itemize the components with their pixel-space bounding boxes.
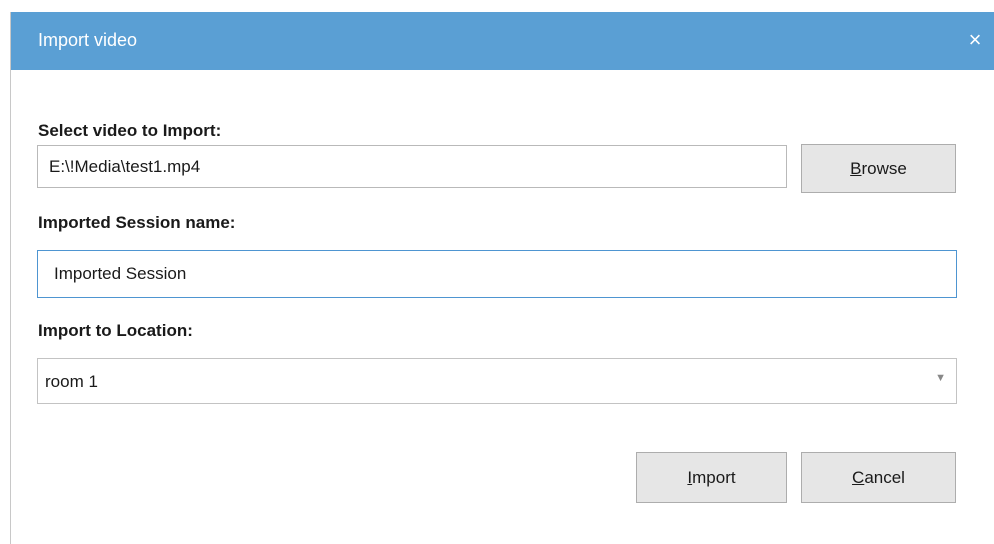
cancel-mnemonic: C [852, 467, 865, 487]
cancel-button[interactable]: Cancel [801, 452, 956, 503]
import-button[interactable]: Import [636, 452, 787, 503]
title-bar: Import video × [11, 12, 994, 70]
location-selected-value: room 1 [45, 372, 98, 391]
cancel-label: ancel [864, 467, 905, 487]
session-name-label: Imported Session name: [38, 213, 236, 232]
import-label: mport [692, 467, 736, 487]
select-video-label: Select video to Import: [38, 121, 222, 140]
browse-mnemonic: B [850, 158, 862, 178]
dialog-title: Import video [38, 30, 138, 50]
location-dropdown[interactable]: room 1 ▼ [37, 358, 957, 404]
browse-label: rowse [861, 158, 907, 178]
chevron-down-icon: ▼ [935, 372, 946, 384]
session-name-input[interactable] [37, 250, 957, 298]
video-path-input[interactable] [37, 145, 787, 188]
close-icon[interactable]: × [961, 24, 989, 56]
import-location-label: Import to Location: [38, 321, 193, 340]
browse-button[interactable]: Browse [801, 144, 956, 193]
